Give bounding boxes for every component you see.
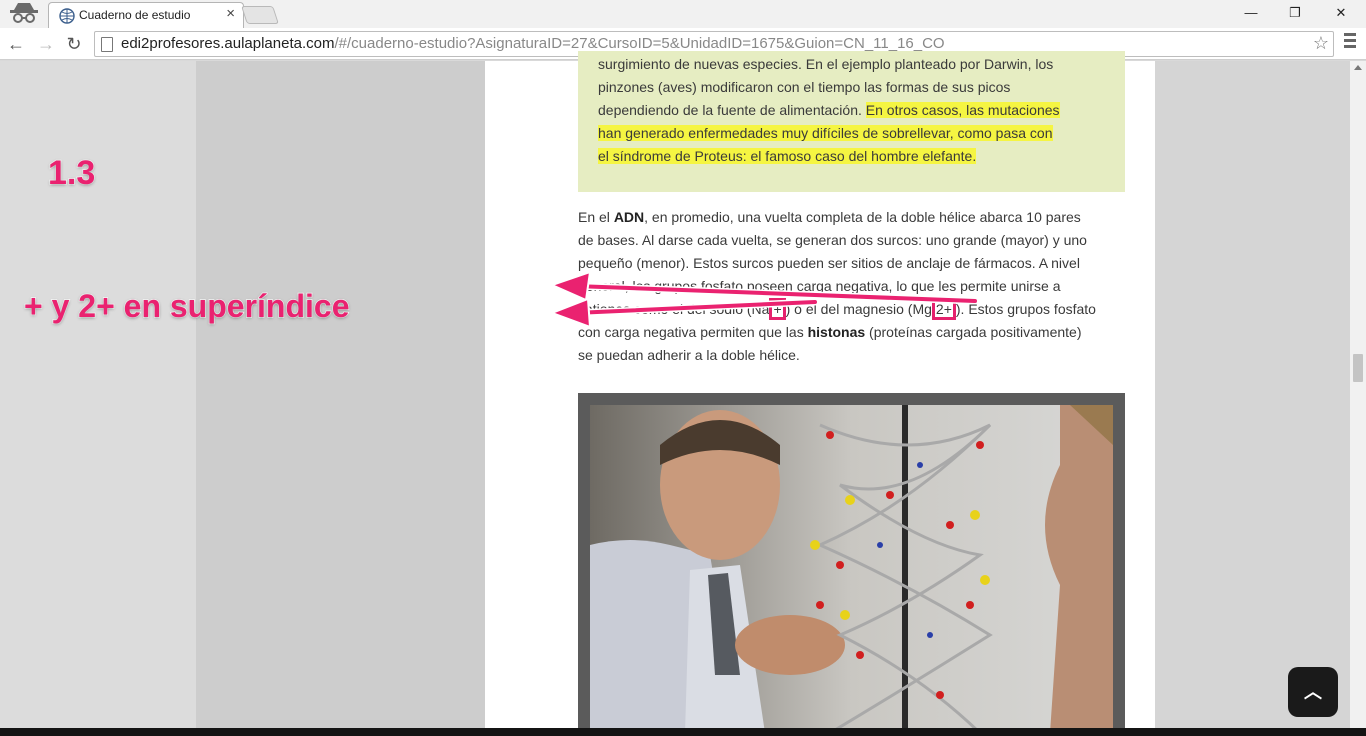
minimize-button[interactable]: — <box>1228 0 1274 26</box>
annotation-label-number: 1.3 <box>47 153 96 193</box>
tab-strip: Cuaderno de estudio × — ❐ ✕ <box>0 0 1366 28</box>
content-panel: surgimiento de nuevas especies. En el ej… <box>485 51 1155 733</box>
dna-model-photo <box>590 405 1113 733</box>
note-line: el síndrome de Proteus: el famoso caso d… <box>598 145 1105 168</box>
restore-button[interactable]: ❐ <box>1272 0 1318 26</box>
screen: Cuaderno de estudio × — ❐ ✕ ← → ↻ edi2pr… <box>0 0 1366 736</box>
left-column <box>196 61 485 728</box>
vertical-scrollbar[interactable] <box>1350 61 1366 728</box>
note-box: surgimiento de nuevas especies. En el ej… <box>578 51 1125 192</box>
tab-cuaderno[interactable]: Cuaderno de estudio × <box>48 2 244 28</box>
back-button[interactable]: ← <box>4 32 28 56</box>
mg-charge-marker: 2+ <box>931 298 956 320</box>
incognito-icon <box>10 3 38 23</box>
reload-button[interactable]: ↻ <box>62 32 86 56</box>
hamburger-icon[interactable] <box>1344 33 1356 53</box>
right-column <box>1155 61 1350 728</box>
bookmark-star-icon[interactable]: ☆ <box>1313 33 1329 54</box>
scroll-up-icon[interactable] <box>1354 65 1362 70</box>
note-line: dependiendo de la fuente de alimentación… <box>598 102 1060 118</box>
close-window-button[interactable]: ✕ <box>1318 0 1364 26</box>
forward-button[interactable]: → <box>34 32 58 56</box>
globe-icon <box>59 8 75 24</box>
note-line: han generado enfermedades muy difíciles … <box>598 122 1105 145</box>
highlight: En otros casos, las mutaciones <box>865 102 1060 118</box>
image-frame <box>578 393 1125 733</box>
tab-close-icon[interactable]: × <box>226 6 235 22</box>
scroll-thumb[interactable] <box>1353 354 1363 382</box>
annotation-label-superscript: + y 2+ en superíndice <box>23 287 350 325</box>
highlight: el síndrome de Proteus: el famoso caso d… <box>598 148 977 164</box>
body-paragraph: En el ADN, en promedio, una vuelta compl… <box>578 209 1096 363</box>
back-to-top-button[interactable]: ︿ <box>1288 667 1338 717</box>
taskbar <box>0 728 1366 736</box>
new-tab-button[interactable] <box>241 6 279 24</box>
note-line: pinzones (aves) modificaron con el tiemp… <box>598 79 1011 95</box>
term-histonas: histonas <box>807 324 866 340</box>
term-adn: ADN <box>613 209 645 225</box>
url-text: edi2profesores.aulaplaneta.com/#/cuadern… <box>121 35 945 52</box>
left-margin <box>0 61 196 728</box>
page-icon <box>101 37 113 52</box>
na-charge-marker: + <box>769 298 786 320</box>
highlight: han generado enfermedades muy difíciles … <box>598 125 1053 141</box>
note-line: surgimiento de nuevas especies. En el ej… <box>598 56 1054 72</box>
dna-photo-illustration <box>590 405 1113 733</box>
tab-title: Cuaderno de estudio <box>79 8 191 22</box>
